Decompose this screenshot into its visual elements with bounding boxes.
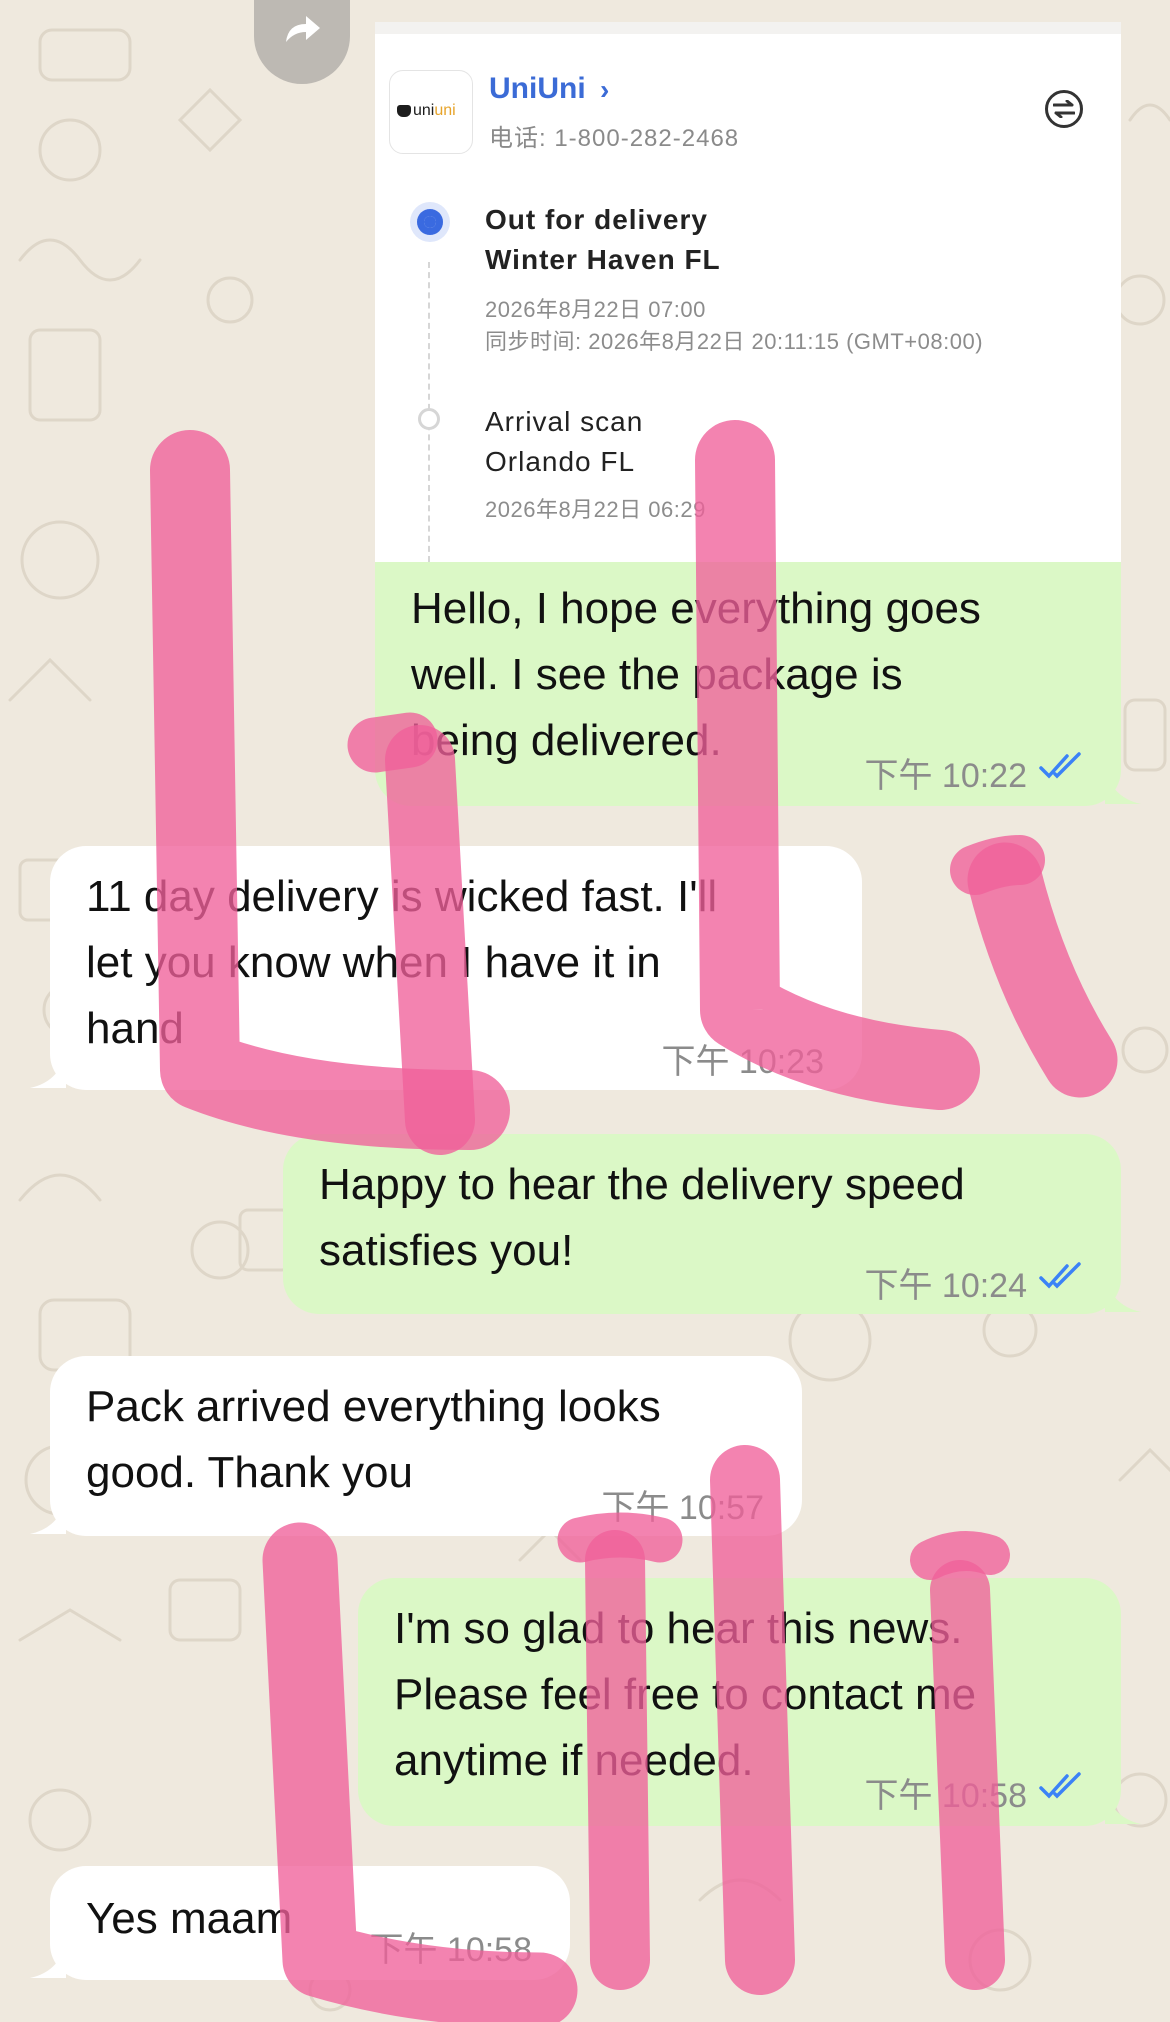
event-time: 2026年8月22日 06:29 xyxy=(485,497,706,522)
timeline-dot xyxy=(418,408,440,430)
bubble-tail xyxy=(30,1944,66,1978)
chevron-right-icon[interactable]: › xyxy=(600,74,609,106)
message-time: 下午 10:58 xyxy=(369,1931,532,1969)
incoming-message[interactable]: 11 day delivery is wicked fast. I'll let… xyxy=(50,846,862,1090)
event-time: 2026年8月22日 07:00 xyxy=(485,297,706,322)
event-status: Out for delivery xyxy=(485,204,708,235)
timeline-active-dot xyxy=(410,202,450,242)
message-time: 下午 10:58 xyxy=(864,1777,1027,1815)
carrier-name-link[interactable]: UniUni xyxy=(489,72,586,106)
logo-wordmark: uniuni xyxy=(413,102,456,119)
outgoing-message[interactable]: I'm so glad to hear this news. Please fe… xyxy=(358,1578,1121,1826)
bubble-tail xyxy=(1105,1790,1141,1824)
message-text: Hello, I hope everything goes well. I se… xyxy=(411,584,981,765)
outgoing-message[interactable]: Hello, I hope everything goes well. I se… xyxy=(375,562,1121,806)
incoming-message[interactable]: Pack arrived everything looks good. Than… xyxy=(50,1356,802,1536)
message-time: 下午 10:57 xyxy=(601,1489,764,1527)
message-text: I'm so glad to hear this news. Please fe… xyxy=(394,1604,977,1785)
incoming-message[interactable]: Yes maam 下午 10:58 xyxy=(50,1866,570,1980)
outgoing-message[interactable]: Happy to hear the delivery speed satisfi… xyxy=(283,1134,1121,1314)
carrier-logo: uniuni xyxy=(389,70,473,154)
read-receipt-icon xyxy=(1039,1772,1081,1799)
bubble-tail xyxy=(1105,1278,1141,1312)
read-receipt-icon xyxy=(1039,1262,1081,1289)
swap-arrows-icon[interactable] xyxy=(1045,90,1083,128)
tracking-card[interactable]: uniuni UniUni › 电话: 1-800-282-2468 Out f… xyxy=(375,22,1121,562)
message-time: 下午 10:23 xyxy=(661,1043,824,1081)
read-receipt-icon xyxy=(1039,752,1081,779)
card-top-divider xyxy=(375,22,1121,34)
message-text: Pack arrived everything looks good. Than… xyxy=(86,1382,661,1497)
event-sync-time: 同步时间: 2026年8月22日 20:11:15 (GMT+08:00) xyxy=(485,329,984,354)
message-text: Yes maam xyxy=(86,1894,293,1943)
message-text: 11 day delivery is wicked fast. I'll let… xyxy=(86,872,718,1053)
event-location: Orlando FL xyxy=(485,446,636,477)
carrier-phone[interactable]: 电话: 1-800-282-2468 xyxy=(489,118,739,153)
message-time: 下午 10:22 xyxy=(864,757,1027,795)
message-time: 下午 10:24 xyxy=(864,1267,1027,1305)
event-status: Arrival scan xyxy=(485,406,644,437)
cat-logo-icon xyxy=(397,105,411,117)
event-location: Winter Haven FL xyxy=(485,244,721,275)
forward-arrow-icon xyxy=(286,16,320,42)
bubble-tail xyxy=(1105,770,1141,804)
bubble-tail xyxy=(30,1054,66,1088)
bubble-tail xyxy=(30,1500,66,1534)
